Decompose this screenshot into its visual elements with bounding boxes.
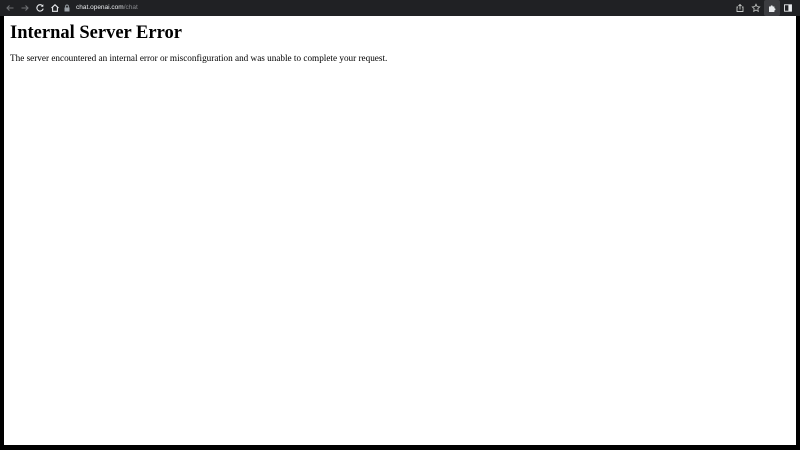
address-bar[interactable]: chat.openai.com/chat xyxy=(62,2,798,14)
home-icon[interactable] xyxy=(48,1,62,15)
browser-window: chat.openai.com/chat Internal Server Err… xyxy=(0,0,800,450)
share-icon[interactable] xyxy=(732,0,748,16)
page-viewport: Internal Server Error The server encount… xyxy=(4,16,796,445)
lock-icon[interactable] xyxy=(62,3,72,13)
url-host: chat.openai.com xyxy=(76,4,124,11)
back-arrow-icon[interactable] xyxy=(3,1,17,15)
url-text: chat.openai.com/chat xyxy=(76,2,138,14)
error-heading: Internal Server Error xyxy=(10,23,182,43)
extensions-puzzle-icon[interactable] xyxy=(764,0,780,16)
side-panel-icon[interactable] xyxy=(780,0,796,16)
url-path: /chat xyxy=(123,4,138,11)
toolbar-actions xyxy=(732,0,796,16)
reload-icon[interactable] xyxy=(33,1,47,15)
error-message: The server encountered an internal error… xyxy=(10,53,388,63)
forward-arrow-icon[interactable] xyxy=(18,1,32,15)
bookmark-star-icon[interactable] xyxy=(748,0,764,16)
browser-toolbar: chat.openai.com/chat xyxy=(0,0,800,16)
